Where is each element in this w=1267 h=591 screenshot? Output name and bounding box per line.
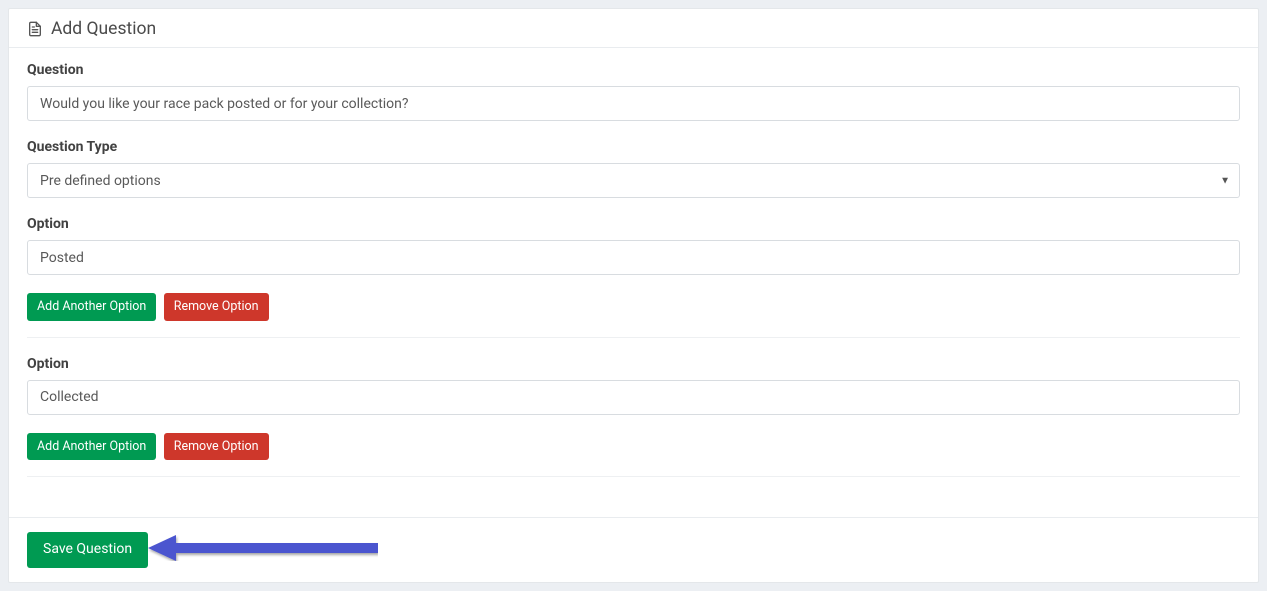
add-question-panel: Add Question Question Question Type Pre … bbox=[8, 8, 1259, 583]
option-block: Option Add Another Option Remove Option bbox=[27, 216, 1240, 338]
question-type-group: Question Type Pre defined options ▼ bbox=[27, 139, 1240, 198]
panel-header: Add Question bbox=[9, 9, 1258, 48]
option-input[interactable] bbox=[27, 380, 1240, 415]
question-type-select[interactable]: Pre defined options bbox=[27, 163, 1240, 198]
question-input[interactable] bbox=[27, 86, 1240, 121]
document-icon bbox=[27, 20, 43, 38]
divider bbox=[27, 476, 1240, 477]
option-label: Option bbox=[27, 216, 1240, 232]
remove-option-button[interactable]: Remove Option bbox=[164, 433, 269, 461]
remove-option-button[interactable]: Remove Option bbox=[164, 293, 269, 321]
question-group: Question bbox=[27, 62, 1240, 121]
panel-footer: Save Question bbox=[9, 517, 1258, 582]
annotation-arrow-icon bbox=[148, 535, 378, 561]
question-label: Question bbox=[27, 62, 1240, 78]
add-another-option-button[interactable]: Add Another Option bbox=[27, 293, 156, 321]
question-type-label: Question Type bbox=[27, 139, 1240, 155]
panel-body: Question Question Type Pre defined optio… bbox=[9, 48, 1258, 517]
add-another-option-button[interactable]: Add Another Option bbox=[27, 433, 156, 461]
divider bbox=[27, 337, 1240, 338]
option-input[interactable] bbox=[27, 240, 1240, 275]
option-block: Option Add Another Option Remove Option bbox=[27, 356, 1240, 478]
save-question-button[interactable]: Save Question bbox=[27, 532, 148, 568]
panel-title: Add Question bbox=[51, 19, 156, 39]
option-label: Option bbox=[27, 356, 1240, 372]
